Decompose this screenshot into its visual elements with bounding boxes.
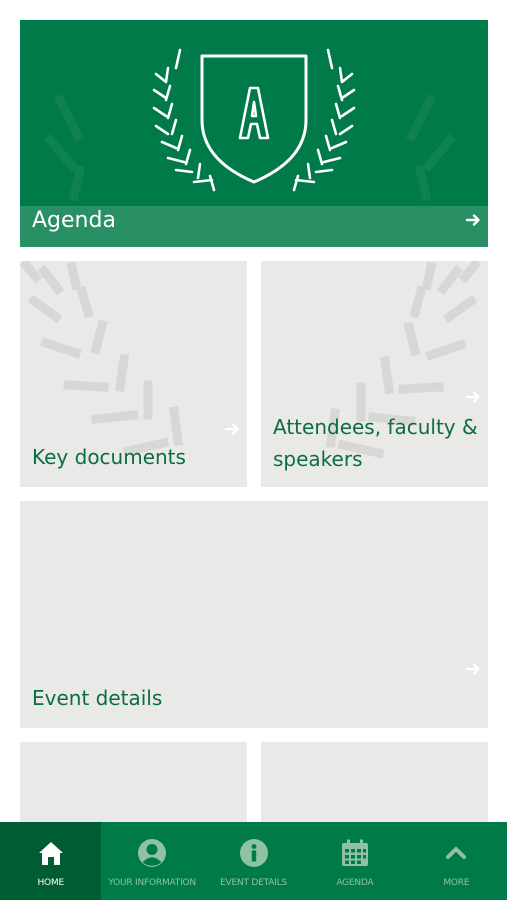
- arrow-right-icon: [224, 423, 239, 435]
- home-screen: Agenda Key documents Attendees, faculty …: [0, 0, 507, 900]
- arrow-right-icon: [465, 391, 480, 403]
- nav-event-details[interactable]: EVENT DETAILS: [203, 822, 304, 900]
- nav-agenda[interactable]: AGENDA: [304, 822, 405, 900]
- attendees-tile[interactable]: Attendees, faculty & speakers: [261, 261, 488, 487]
- event-details-label: Event details: [32, 686, 163, 710]
- event-details-tile[interactable]: Event details: [20, 501, 488, 728]
- nav-more[interactable]: MORE: [406, 822, 507, 900]
- nav-agenda-label: AGENDA: [336, 878, 374, 888]
- agenda-tile-label: Agenda: [32, 208, 116, 233]
- nav-your-information-label: YOUR INFORMATION: [108, 878, 196, 888]
- chevron-up-icon: [446, 847, 467, 859]
- info-icon: [239, 839, 268, 867]
- nav-home-label: HOME: [37, 878, 64, 888]
- nav-your-information[interactable]: YOUR INFORMATION: [101, 822, 202, 900]
- calendar-icon: [341, 839, 368, 866]
- key-documents-tile[interactable]: Key documents: [20, 261, 247, 487]
- attendees-label-line1: Attendees, faculty &: [273, 415, 478, 439]
- arrow-right-icon: [465, 663, 480, 675]
- tile-partial-left[interactable]: [20, 742, 247, 822]
- nav-home[interactable]: HOME: [0, 822, 102, 900]
- nav-more-label: MORE: [443, 878, 470, 888]
- user-icon: [138, 839, 167, 867]
- agenda-tile[interactable]: Agenda: [20, 20, 488, 247]
- tile-partial-right[interactable]: [261, 742, 488, 822]
- key-documents-label: Key documents: [32, 445, 186, 469]
- arrow-right-icon: [465, 214, 480, 226]
- bottom-nav: HOME YOUR INFORMATION EVENT DETAILS AGEN…: [0, 822, 507, 900]
- home-icon: [38, 842, 63, 865]
- attendees-label-line2: speakers: [273, 447, 363, 471]
- nav-event-details-label: EVENT DETAILS: [220, 878, 287, 888]
